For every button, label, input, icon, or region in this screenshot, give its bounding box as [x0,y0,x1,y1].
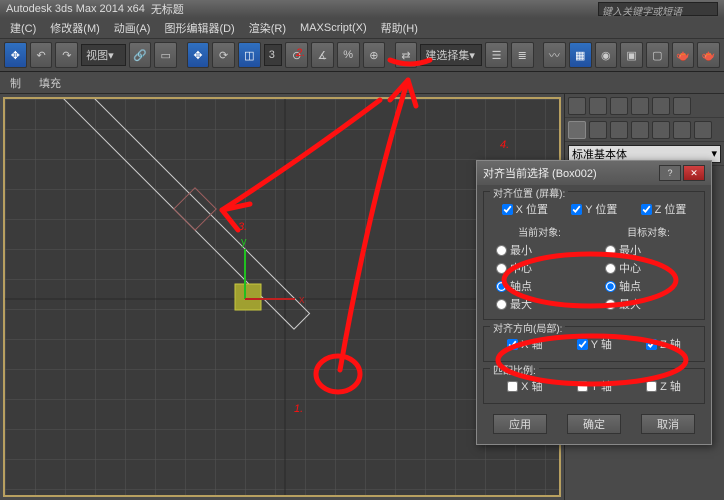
check-scale-x[interactable]: X 轴 [507,378,542,394]
cat-helpers-icon[interactable] [652,121,670,139]
menu-modify[interactable]: 修改器(M) [44,18,106,38]
curve-editor-icon[interactable]: 〰 [543,42,566,68]
select-icon[interactable]: ▭ [154,42,177,68]
apply-button[interactable]: 应用 [493,414,547,434]
radio-cur-max[interactable]: 最大 [490,295,589,313]
check-xpos[interactable]: X 位置 [502,201,548,217]
radio-cur-center[interactable]: 中心 [490,259,589,277]
cat-lights-icon[interactable] [610,121,628,139]
dialog-title-text: 对齐当前选择 (Box002) [483,165,597,181]
dialog-titlebar[interactable]: 对齐当前选择 (Box002) ? ✕ [477,161,711,185]
menu-render[interactable]: 渲染(R) [243,18,292,38]
check-ypos[interactable]: Y 位置 [571,201,617,217]
radio-cur-min[interactable]: 最小 [490,241,589,259]
menu-create[interactable]: 建(C) [4,18,42,38]
scale-icon[interactable]: ◫ [238,42,261,68]
radio-cur-pivot[interactable]: 轴点 [490,277,589,295]
teapot-icon[interactable]: 🫖 [672,42,695,68]
check-scale-y[interactable]: Y 轴 [577,378,612,394]
menubar: 建(C) 修改器(M) 动画(A) 图形编辑器(D) 渲染(R) MAXScri… [0,18,724,38]
check-scale-z[interactable]: Z 轴 [646,378,681,394]
help-icon[interactable]: ? [659,165,681,181]
angle-snap-icon[interactable]: ∡ [311,42,334,68]
snap-toggle-icon[interactable]: ⊕ [363,42,386,68]
cat-systems-icon[interactable] [694,121,712,139]
align-dialog: 对齐当前选择 (Box002) ? ✕ 对齐位置 (屏幕): X 位置 Y 位置… [476,160,712,445]
radio-tgt-center[interactable]: 中心 [599,259,698,277]
menu-graph[interactable]: 图形编辑器(D) [158,18,240,38]
redo-icon[interactable]: ↷ [55,42,78,68]
mirror-icon[interactable]: ⇄ [395,42,418,68]
render-frame-icon[interactable]: ▢ [646,42,669,68]
cat-geometry-icon[interactable] [568,121,586,139]
render-setup-icon[interactable]: ▣ [620,42,643,68]
cat-cameras-icon[interactable] [631,121,649,139]
schematic-icon[interactable]: ▦ [569,42,592,68]
titlebar: Autodesk 3ds Max 2014 x64 无标题 键入关键字或短语 [0,0,724,18]
radio-tgt-pivot[interactable]: 轴点 [599,277,698,295]
layer-icon[interactable]: ≣ [511,42,534,68]
main-toolbar: ✥ ↶ ↷ 视图 ▾ 🔗 ▭ ✥ ⟳ ◫ 3 ⊙ ∡ % ⊕ ⇄ 建选择集 ▾ … [0,38,724,72]
menu-help[interactable]: 帮助(H) [375,18,424,38]
cat-shapes-icon[interactable] [589,121,607,139]
check-zpos[interactable]: Z 位置 [641,201,687,217]
link-icon[interactable]: 🔗 [129,42,152,68]
app-title: Autodesk 3ds Max 2014 x64 [6,3,145,15]
subbar-ctrl[interactable]: 制 [10,75,21,91]
align-icon[interactable]: ☰ [485,42,508,68]
rotate-icon[interactable]: ⟳ [212,42,235,68]
material-icon[interactable]: ◉ [595,42,618,68]
subbar-fill[interactable]: 填充 [39,75,61,91]
radio-tgt-min[interactable]: 最小 [599,241,698,259]
tab-motion-icon[interactable] [631,97,649,115]
group-align-position: 对齐位置 (屏幕): X 位置 Y 位置 Z 位置 当前对象: 最小 中心 轴点… [483,191,705,320]
menu-animation[interactable]: 动画(A) [108,18,157,38]
label-current-object: 当前对象: [490,224,589,239]
cancel-button[interactable]: 取消 [641,414,695,434]
cat-space-icon[interactable] [673,121,691,139]
ref-coord-dropdown[interactable]: 视图 ▾ [81,44,126,66]
ribbon-subbar: 制 填充 [0,72,724,94]
menu-script[interactable]: MAXScript(X) [294,20,373,36]
tab-create-icon[interactable] [568,97,586,115]
ok-button[interactable]: 确定 [567,414,621,434]
check-orient-z[interactable]: Z 轴 [646,336,681,352]
spinner[interactable]: 3 [264,44,283,66]
svg-text:x: x [299,294,305,306]
radio-tgt-max[interactable]: 最大 [599,295,698,313]
move-icon[interactable]: ✥ [187,42,210,68]
tab-modify-icon[interactable] [589,97,607,115]
undo-icon[interactable]: ↶ [30,42,53,68]
tab-utilities-icon[interactable] [673,97,691,115]
check-orient-x[interactable]: X 轴 [507,336,542,352]
select-move-icon[interactable]: ✥ [4,42,27,68]
group-align-orientation: 对齐方向(局部): X 轴 Y 轴 Z 轴 [483,326,705,362]
tab-display-icon[interactable] [652,97,670,115]
group-match-scale: 匹配比例: X 轴 Y 轴 Z 轴 [483,368,705,404]
render-icon[interactable]: 🫖 [697,42,720,68]
check-orient-y[interactable]: Y 轴 [577,336,612,352]
tab-hierarchy-icon[interactable] [610,97,628,115]
svg-text:y: y [241,236,247,248]
doc-title: 无标题 [151,1,184,17]
named-selection-set[interactable]: 建选择集 ▾ [420,44,482,66]
search-input[interactable]: 键入关键字或短语 [598,2,718,16]
close-icon[interactable]: ✕ [683,165,705,181]
label-target-object: 目标对象: [599,224,698,239]
snap-icon[interactable]: ⊙ [285,42,308,68]
percent-snap-icon[interactable]: % [337,42,360,68]
